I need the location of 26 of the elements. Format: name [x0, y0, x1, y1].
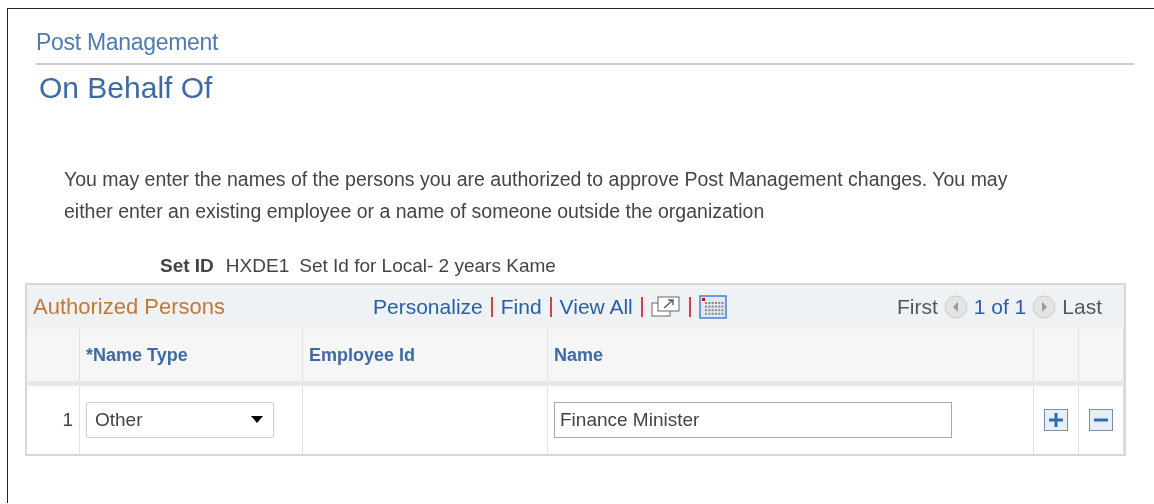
grid-link[interactable]: Find [500, 295, 542, 319]
page-breadcrumb: Post Management [36, 29, 1134, 65]
new-window-icon[interactable] [650, 296, 681, 318]
spreadsheet-icon[interactable] [698, 295, 727, 319]
page-count: 1 of 1 [973, 295, 1027, 319]
set-id-value: HXDE1 [225, 255, 290, 277]
set-id-description: Set Id for Local- 2 years Kame [299, 255, 556, 277]
add-row-button[interactable] [1044, 409, 1068, 431]
grid-link[interactable]: View All [559, 295, 633, 319]
set-id-label: Set ID [160, 255, 214, 277]
row-number: 1 [62, 409, 73, 430]
instructions-text: You may enter the names of the persons you are authorized to approve Post Management changes. You may either enter an existing employee or a name of someone outside the organization [64, 167, 1009, 224]
last-link[interactable]: Last [1062, 295, 1102, 319]
delete-row-button[interactable] [1089, 409, 1113, 431]
column-header: Employee Id [309, 344, 416, 365]
grid-link[interactable]: Personalize [373, 295, 483, 319]
first-link[interactable]: First [896, 295, 938, 319]
column-header: *Name Type [86, 344, 188, 365]
column-header: Name [554, 344, 604, 365]
page-title: On Behalf Of [39, 71, 214, 105]
previous-icon[interactable] [943, 295, 968, 319]
name-type-dropdown[interactable]: Other [86, 402, 274, 438]
caret-icon [251, 416, 263, 424]
name-field[interactable]: Finance Minister [554, 402, 952, 438]
grid-title: Authorized Persons [33, 294, 226, 320]
next-icon[interactable] [1032, 295, 1057, 319]
